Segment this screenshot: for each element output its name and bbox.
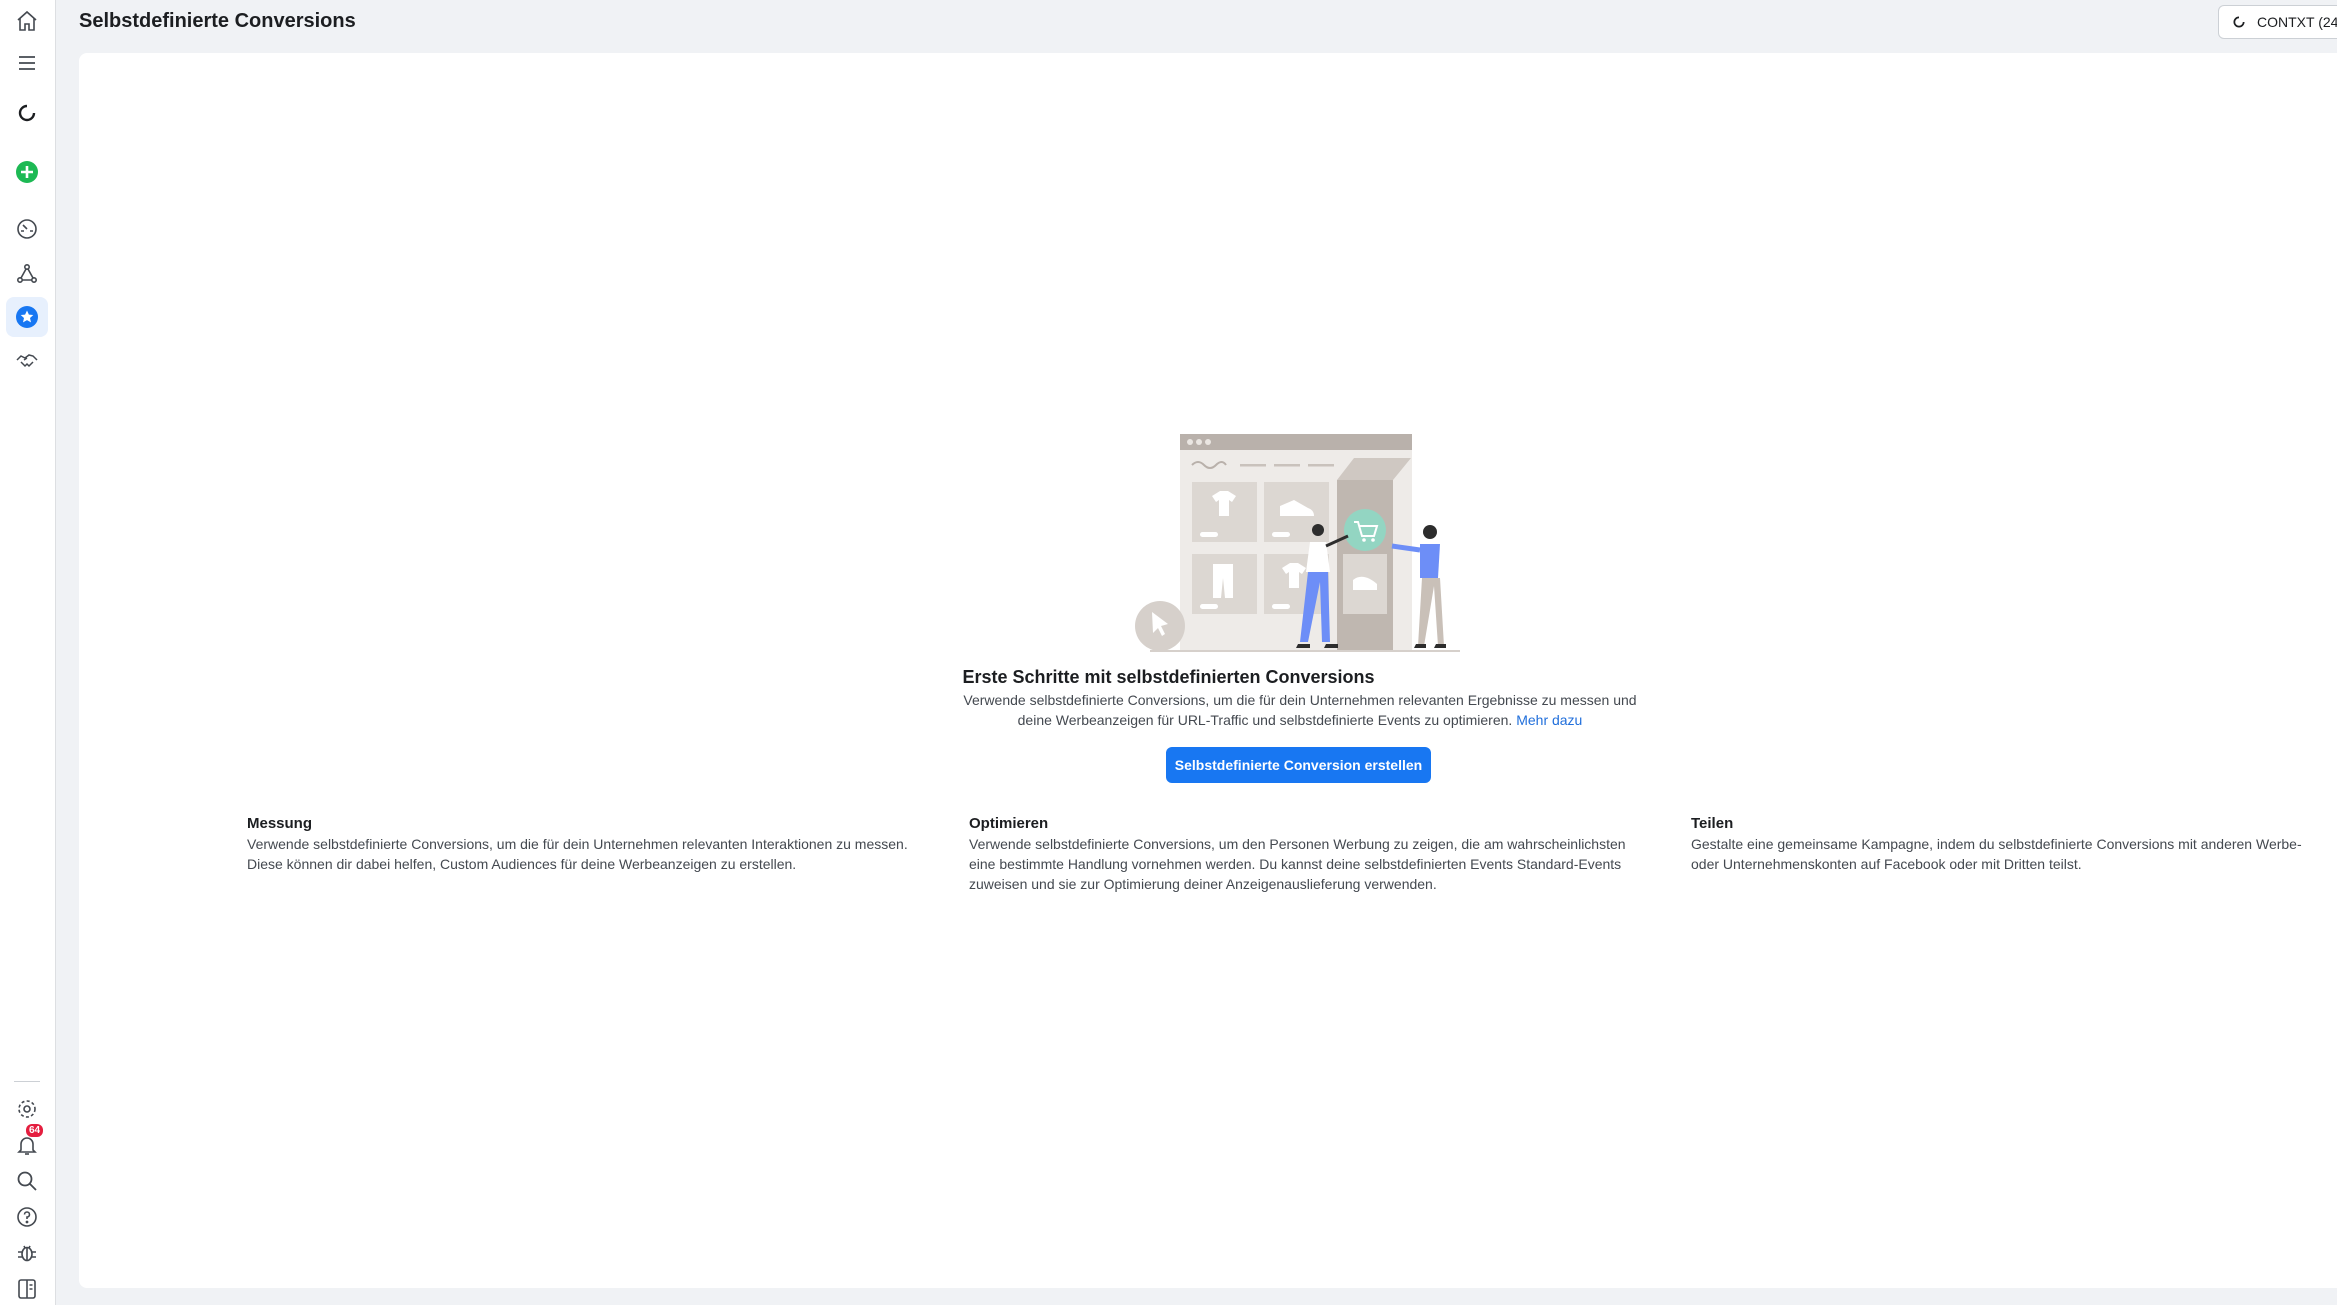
home-icon[interactable] — [12, 6, 42, 36]
network-icon[interactable] — [12, 259, 42, 289]
context-label: CONTXT (24 — [2257, 14, 2337, 30]
notification-badge: 64 — [26, 1124, 44, 1137]
loading-icon — [2233, 16, 2245, 28]
sidebar-divider — [14, 1081, 40, 1082]
feature-text: Verwende selbstdefinierte Conversions, u… — [247, 836, 908, 872]
notifications-icon[interactable]: 64 — [12, 1124, 44, 1160]
add-icon[interactable] — [12, 157, 42, 187]
page-title: Selbstdefinierte Conversions — [79, 10, 356, 32]
feature-title: Messung — [247, 815, 313, 832]
custom-conversions-nav-item[interactable] — [6, 297, 48, 337]
feature-optimize: Optimieren Verwende selbstdefinierte Con… — [969, 814, 1649, 894]
feature-share: Teilen Gestalte eine gemeinsame Kampagne… — [1691, 814, 2331, 874]
feature-title: Optimieren — [969, 815, 1049, 832]
help-icon[interactable] — [12, 1202, 42, 1232]
custom-conversions-illustration — [1135, 434, 1460, 652]
loading-icon — [12, 98, 42, 128]
bug-icon[interactable] — [12, 1238, 42, 1268]
feature-text: Verwende selbstdefinierte Conversions, u… — [969, 836, 1626, 892]
hero-description: Verwende selbstdefinierte Conversions, u… — [960, 690, 1640, 730]
dashboard-icon[interactable] — [12, 214, 42, 244]
create-custom-conversion-button[interactable]: Selbstdefinierte Conversion erstellen — [1166, 747, 1431, 783]
learn-more-link[interactable]: Mehr dazu — [1516, 712, 1582, 728]
left-nav-sidebar: 64 — [0, 0, 56, 1305]
search-icon[interactable] — [12, 1166, 42, 1196]
feature-text: Gestalte eine gemeinsame Kampagne, indem… — [1691, 836, 2302, 872]
feature-title: Teilen — [1691, 815, 1734, 832]
context-button[interactable]: CONTXT (24 — [2218, 5, 2337, 39]
settings-icon[interactable] — [12, 1094, 42, 1124]
hero-title: Erste Schritte mit selbstdefinierten Con… — [962, 667, 1375, 687]
handshake-icon[interactable] — [12, 346, 42, 376]
feature-measurement: Messung Verwende selbstdefinierte Conver… — [247, 814, 927, 874]
menu-icon[interactable] — [12, 48, 42, 78]
panel-icon[interactable] — [12, 1274, 42, 1304]
star-icon — [16, 306, 38, 328]
